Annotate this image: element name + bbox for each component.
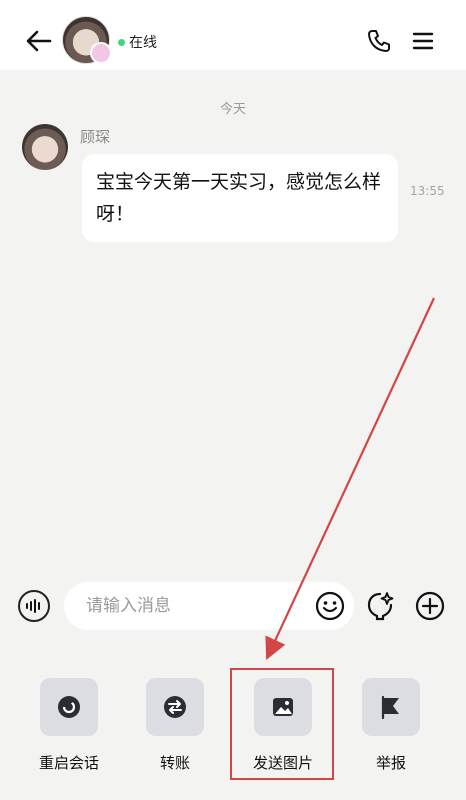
message-sender: 顾琛 xyxy=(80,128,111,146)
back-arrow-icon[interactable] xyxy=(24,26,54,56)
sticker-icon[interactable] xyxy=(364,590,396,622)
voice-input-icon[interactable] xyxy=(18,590,50,622)
online-dot-icon xyxy=(118,38,125,46)
chat-header: 在线 xyxy=(0,10,466,70)
contact-avatar[interactable] xyxy=(62,16,112,64)
message-avatar[interactable] xyxy=(22,124,68,170)
phone-icon[interactable] xyxy=(366,28,392,54)
tool-report[interactable]: 举报 xyxy=(346,678,436,778)
date-divider: 今天 xyxy=(219,102,246,117)
menu-icon[interactable] xyxy=(412,30,434,52)
plus-icon[interactable] xyxy=(414,590,446,622)
online-status: 在线 xyxy=(118,32,157,52)
tool-label: 举报 xyxy=(375,754,406,772)
highlight-box xyxy=(230,668,334,780)
report-icon xyxy=(362,678,420,736)
message-input[interactable]: 请输入消息 xyxy=(64,582,354,630)
input-bar: 请输入消息 xyxy=(0,570,466,642)
message-time: 13:55 xyxy=(410,184,445,198)
restart-icon xyxy=(40,678,98,736)
transfer-icon xyxy=(146,678,204,736)
tool-label: 重启会话 xyxy=(38,754,99,772)
chat-area[interactable]: 今天 顾琛 宝宝今天第一天实习，感觉怎么样呀！ 13:55 xyxy=(0,70,466,570)
tool-label: 转账 xyxy=(159,754,190,772)
tool-restart-chat[interactable]: 重启会话 xyxy=(24,678,114,778)
message-bubble[interactable]: 宝宝今天第一天实习，感觉怎么样呀！ xyxy=(82,154,398,242)
avatar-badge-icon xyxy=(90,42,112,64)
emoji-icon[interactable] xyxy=(314,590,346,622)
online-status-text: 在线 xyxy=(129,35,157,51)
tool-transfer[interactable]: 转账 xyxy=(130,678,220,778)
status-bar xyxy=(0,0,466,10)
